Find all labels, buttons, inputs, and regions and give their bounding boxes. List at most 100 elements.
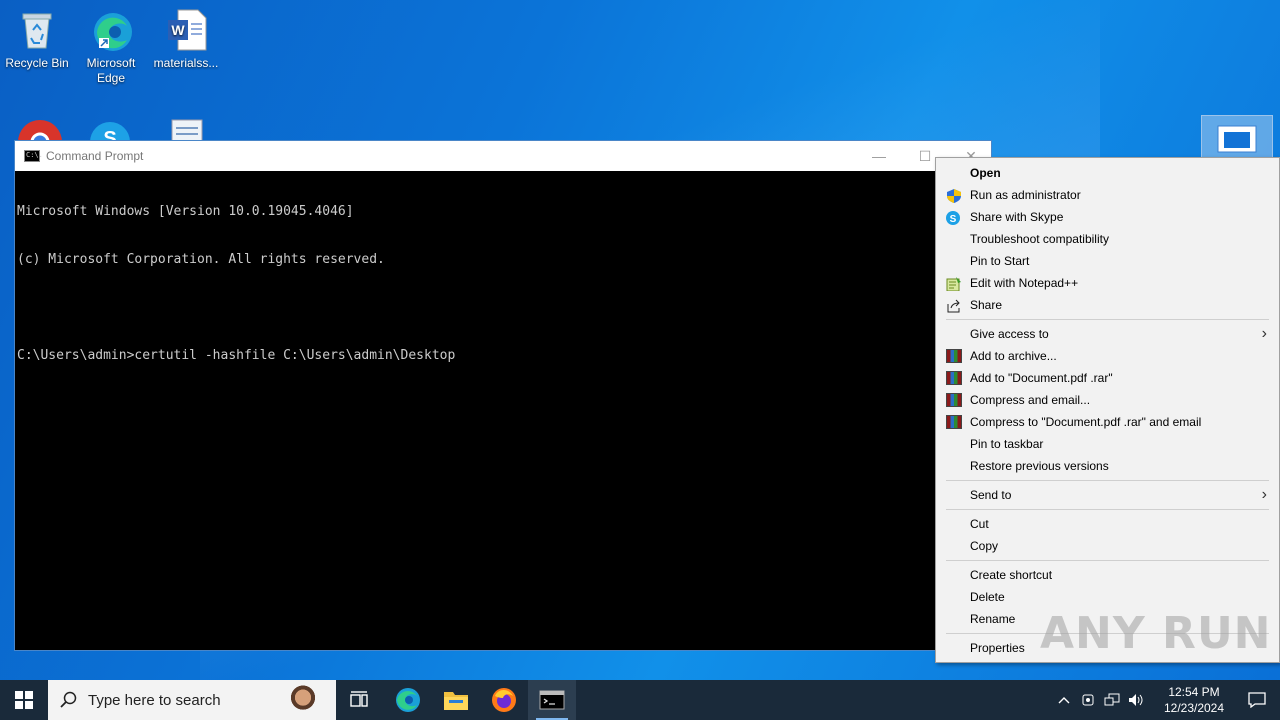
volume-icon[interactable] (1124, 680, 1148, 720)
notification-center-button[interactable] (1234, 680, 1280, 720)
menu-item-label: Pin to Start (970, 254, 1030, 268)
notepadpp-icon (946, 276, 962, 292)
menu-item-pin-start[interactable]: Pin to Start (936, 250, 1279, 272)
start-button[interactable] (0, 680, 48, 720)
menu-item-label: Copy (970, 539, 999, 553)
context-menu[interactable]: Open Run as administrator S Share with S… (935, 157, 1280, 663)
security-icon[interactable] (1076, 680, 1100, 720)
chevron-right-icon: › (1261, 486, 1267, 503)
menu-item-label: Cut (970, 517, 989, 531)
menu-item-pin-taskbar[interactable]: Pin to taskbar (936, 433, 1279, 455)
menu-item-label: Properties (970, 641, 1025, 655)
taskbar-search-box[interactable]: Type here to search (48, 680, 336, 720)
winrar-icon (946, 415, 962, 429)
recycle-bin-icon (15, 8, 59, 52)
taskbar-clock[interactable]: 12:54 PM 12/23/2024 (1154, 684, 1234, 716)
task-view-button[interactable] (336, 680, 384, 720)
title-bar[interactable]: C:\. Command Prompt — ☐ ✕ (15, 141, 991, 171)
desktop-icon-label: materialss... (153, 56, 219, 70)
taskbar: Type here to search 12:54 PM 12/23/2024 (0, 680, 1280, 720)
folder-icon (444, 692, 468, 710)
desktop-icon-label: Microsoft Edge (86, 56, 136, 85)
cmd-icon: C:\. (24, 150, 43, 162)
share-icon (946, 298, 962, 313)
menu-item-label: Rename (970, 612, 1016, 626)
console-prompt-line[interactable]: C:\Users\admin>certutil -hashfile C:\Use… (17, 348, 989, 364)
search-placeholder: Type here to search (88, 691, 221, 709)
desktop-icon-word-doc[interactable]: W materialss... (150, 8, 222, 71)
edge-icon (396, 688, 420, 712)
word-document-icon: W (164, 8, 208, 52)
menu-item-label: Add to "Document.pdf .rar" (970, 371, 1113, 385)
menu-item-label: Compress and email... (970, 393, 1091, 407)
menu-item-share-skype[interactable]: S Share with Skype (936, 206, 1279, 228)
menu-item-label: Run as administrator (970, 188, 1081, 202)
menu-item-edit-notepadpp[interactable]: Edit with Notepad++ (936, 272, 1279, 294)
desktop-icon-label: Recycle Bin (5, 56, 69, 70)
search-highlight-image (286, 684, 320, 718)
taskbar-cmd-button[interactable] (528, 680, 576, 720)
menu-separator (946, 509, 1269, 510)
svg-text:S: S (950, 214, 957, 225)
menu-item-send-to[interactable]: Send to › (936, 484, 1279, 506)
desktop-icon-recycle-bin[interactable]: Recycle Bin (1, 8, 73, 71)
menu-item-label: Create shortcut (970, 568, 1053, 582)
menu-item-run-as-admin[interactable]: Run as administrator (936, 184, 1279, 206)
menu-item-restore-versions[interactable]: Restore previous versions (936, 455, 1279, 477)
menu-item-label: Delete (970, 590, 1005, 604)
console-line: (c) Microsoft Corporation. All rights re… (17, 252, 385, 267)
menu-item-open[interactable]: Open (936, 162, 1279, 184)
winrar-icon (946, 349, 962, 363)
menu-item-cut[interactable]: Cut (936, 513, 1279, 535)
menu-item-label: Troubleshoot compatibility (970, 232, 1109, 246)
window-title: Command Prompt (46, 149, 144, 163)
command-prompt-window[interactable]: C:\. Command Prompt — ☐ ✕ Microsoft Wind… (14, 140, 992, 651)
taskbar-edge-button[interactable] (384, 680, 432, 720)
system-tray: 12:54 PM 12/23/2024 (1052, 680, 1280, 720)
cmd-icon (539, 690, 565, 710)
taskbar-file-explorer-button[interactable] (432, 680, 480, 720)
firefox-icon (492, 688, 516, 712)
menu-item-label: Compress to "Document.pdf .rar" and emai… (970, 415, 1202, 429)
menu-item-delete[interactable]: Delete (936, 586, 1279, 608)
menu-item-label: Give access to (970, 327, 1049, 341)
network-icon[interactable] (1100, 680, 1124, 720)
menu-item-copy[interactable]: Copy (936, 535, 1279, 557)
notification-icon (1248, 692, 1266, 708)
edge-icon (89, 8, 133, 52)
menu-item-label: Edit with Notepad++ (970, 276, 1079, 290)
task-view-icon (350, 691, 368, 707)
desktop-icon-edge[interactable]: Microsoft Edge (75, 8, 147, 86)
menu-item-give-access[interactable]: Give access to › (936, 323, 1279, 345)
search-icon (60, 691, 77, 708)
chevron-right-icon: › (1261, 325, 1267, 342)
console-output[interactable]: Microsoft Windows [Version 10.0.19045.40… (15, 171, 991, 397)
menu-item-compress-email[interactable]: Compress and email... (936, 389, 1279, 411)
skype-icon: S (946, 210, 962, 225)
menu-item-label: Send to (970, 488, 1012, 502)
menu-item-compress-rar-email[interactable]: Compress to "Document.pdf .rar" and emai… (936, 411, 1279, 433)
menu-separator (946, 480, 1269, 481)
menu-item-add-to-rar[interactable]: Add to "Document.pdf .rar" (936, 367, 1279, 389)
menu-item-label: Pin to taskbar (970, 437, 1044, 451)
menu-item-add-archive[interactable]: Add to archive... (936, 345, 1279, 367)
windows-logo-icon (15, 691, 33, 709)
shield-icon (946, 188, 962, 203)
clock-time: 12:54 PM (1168, 685, 1220, 699)
menu-item-share[interactable]: Share (936, 294, 1279, 316)
winrar-icon (946, 371, 962, 385)
taskbar-preview-thumbnail (1201, 115, 1273, 159)
menu-item-create-shortcut[interactable]: Create shortcut (936, 564, 1279, 586)
minimize-button[interactable]: — (856, 141, 902, 171)
menu-item-troubleshoot[interactable]: Troubleshoot compatibility (936, 228, 1279, 250)
menu-item-label: Add to archive... (970, 349, 1057, 363)
taskbar-firefox-button[interactable] (480, 680, 528, 720)
menu-separator (946, 319, 1269, 320)
winrar-icon (946, 393, 962, 407)
menu-item-label: Open (970, 166, 1001, 180)
chevron-up-icon[interactable] (1052, 680, 1076, 720)
clock-date: 12/23/2024 (1163, 701, 1225, 715)
menu-item-label: Share (970, 298, 1003, 312)
menu-item-label: Share with Skype (970, 210, 1064, 224)
